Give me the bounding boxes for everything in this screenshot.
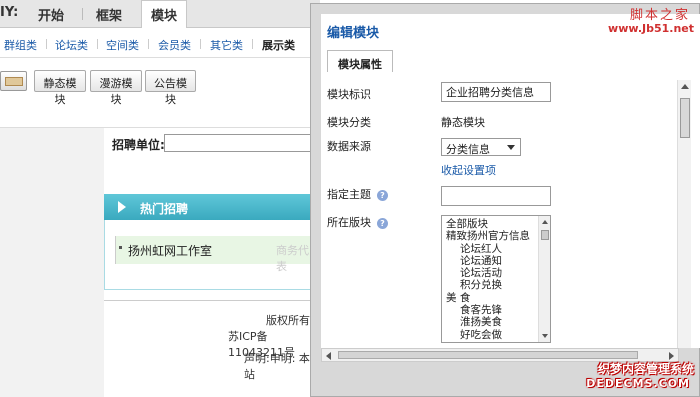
source-select[interactable]: 分类信息: [441, 138, 521, 156]
roaming-module-button[interactable]: 漫游模块: [90, 70, 142, 106]
category-divider: [200, 39, 201, 49]
module-icon[interactable]: [0, 71, 27, 91]
list-item[interactable]: 扬州虹网工作室 商务代表: [115, 236, 315, 273]
section-listbox[interactable]: 全部版块 精致扬州官方信息 论坛红人 论坛通知 论坛活动 积分兑换美 食食客先锋 淮扬美食好…: [441, 215, 551, 343]
section-option[interactable]: 积分兑换: [446, 279, 538, 291]
section-option[interactable]: 好吃会做: [446, 329, 538, 341]
source-selected: 分类信息: [446, 143, 490, 156]
tab-divider: [82, 8, 83, 20]
identifier-input[interactable]: [441, 82, 551, 102]
category-divider: [46, 39, 47, 49]
arrow-down-icon[interactable]: [542, 334, 548, 338]
arrow-up-icon[interactable]: [681, 84, 689, 89]
topic-label: 指定主题?: [327, 186, 388, 202]
listbox-scrollbar[interactable]: [538, 216, 550, 342]
watermark-site-url: www.Jb51.net: [608, 22, 694, 35]
category-forum[interactable]: 论坛类: [55, 37, 88, 53]
hot-jobs-body: 扬州虹网工作室 商务代表: [104, 220, 320, 290]
help-icon[interactable]: ?: [377, 189, 388, 201]
dialog-title: 编辑模块: [327, 26, 380, 41]
identifier-label: 模块标识: [327, 88, 371, 101]
page-content: 招聘单位: 热门招聘 扬州虹网工作室 商务代表 版权所有: 苏ICP备11043…: [0, 128, 324, 397]
category-divider: [97, 39, 98, 49]
section-label: 所在版块?: [327, 214, 388, 230]
arrow-right-icon[interactable]: [669, 352, 674, 360]
bullet-icon: [119, 246, 122, 249]
arrow-left-icon[interactable]: [326, 352, 331, 360]
section-option[interactable]: 食客先锋: [446, 304, 538, 316]
section-option[interactable]: 论坛通知: [446, 255, 538, 267]
dialog-vertical-scrollbar[interactable]: [677, 80, 691, 348]
tab-start[interactable]: 开始: [38, 5, 64, 24]
scroll-thumb[interactable]: [680, 98, 690, 138]
category-space[interactable]: 空间类: [106, 37, 139, 53]
source-label: 数据来源: [327, 140, 371, 153]
module-toolbar: 静态模块 漫游模块 公告模块: [0, 58, 320, 128]
notice-module-button[interactable]: 公告模块: [145, 70, 196, 106]
section-option[interactable]: 全部版块: [446, 218, 538, 230]
section-option[interactable]: 美 食: [446, 292, 538, 304]
watermark-site-name: 脚本之家: [629, 8, 690, 23]
footer-statement: 声明:申明: 本站: [244, 352, 310, 381]
watermark-cms-url: DEDECMS.COM: [586, 377, 690, 390]
category-label: 模块分类: [327, 116, 371, 129]
tab-frame[interactable]: 框架: [96, 5, 122, 24]
category-divider: [252, 39, 253, 49]
play-icon: [118, 201, 126, 213]
category-other[interactable]: 其它类: [210, 37, 243, 53]
collapse-settings-link[interactable]: 收起设置项: [441, 162, 496, 178]
nav-prefix: IY:: [0, 5, 19, 20]
hot-jobs-title: 热门招聘: [140, 202, 189, 216]
category-bar: 群组类 论坛类 空间类 会员类 其它类 展示类: [0, 28, 320, 58]
topic-input[interactable]: [441, 186, 551, 206]
category-value: 静态模块: [441, 116, 485, 129]
category-divider: [148, 39, 149, 49]
watermark-cms-name: 织梦内容管理系统: [597, 362, 694, 376]
tab-module-properties[interactable]: 模块属性: [327, 50, 393, 74]
static-module-button[interactable]: 静态模块: [34, 70, 86, 106]
dialog-body: 模块标识 模块分类 静态模块 数据来源 分类信息 收起设置项 指定主题? 所在版…: [321, 72, 700, 348]
category-member[interactable]: 会员类: [158, 37, 191, 53]
top-navigation: IY: 开始 框架 模块: [0, 0, 320, 29]
tab-module[interactable]: 模块: [141, 0, 188, 29]
help-icon[interactable]: ?: [377, 217, 388, 229]
recruiter-label: 招聘单位:: [112, 138, 165, 152]
chevron-down-icon: [507, 145, 515, 150]
footer-divider: [104, 300, 320, 301]
edit-module-dialog: 编辑模块 模块属性 模块标识 模块分类 静态模块 数据来源 分类信息 收起设置项…: [310, 3, 700, 397]
scroll-thumb[interactable]: [541, 230, 549, 240]
recruiter-input[interactable]: [164, 134, 324, 152]
section-options: 全部版块 精致扬州官方信息 论坛红人 论坛通知 论坛活动 积分兑换美 食食客先锋 淮扬美食好…: [446, 218, 538, 341]
hot-jobs-header: 热门招聘: [104, 194, 320, 220]
section-option[interactable]: 论坛红人: [446, 243, 538, 255]
section-option[interactable]: 淮扬美食: [446, 316, 538, 328]
page-margin: [0, 128, 104, 397]
arrow-up-icon[interactable]: [542, 220, 548, 224]
section-option[interactable]: 论坛活动: [446, 267, 538, 279]
footer-copyright: 版权所有:: [266, 314, 314, 327]
category-group[interactable]: 群组类: [4, 37, 37, 53]
scroll-thumb[interactable]: [338, 351, 638, 359]
hot-job-link[interactable]: 扬州虹网工作室: [128, 242, 212, 259]
section-option[interactable]: 精致扬州官方信息: [446, 230, 538, 242]
category-display[interactable]: 展示类: [262, 37, 295, 53]
